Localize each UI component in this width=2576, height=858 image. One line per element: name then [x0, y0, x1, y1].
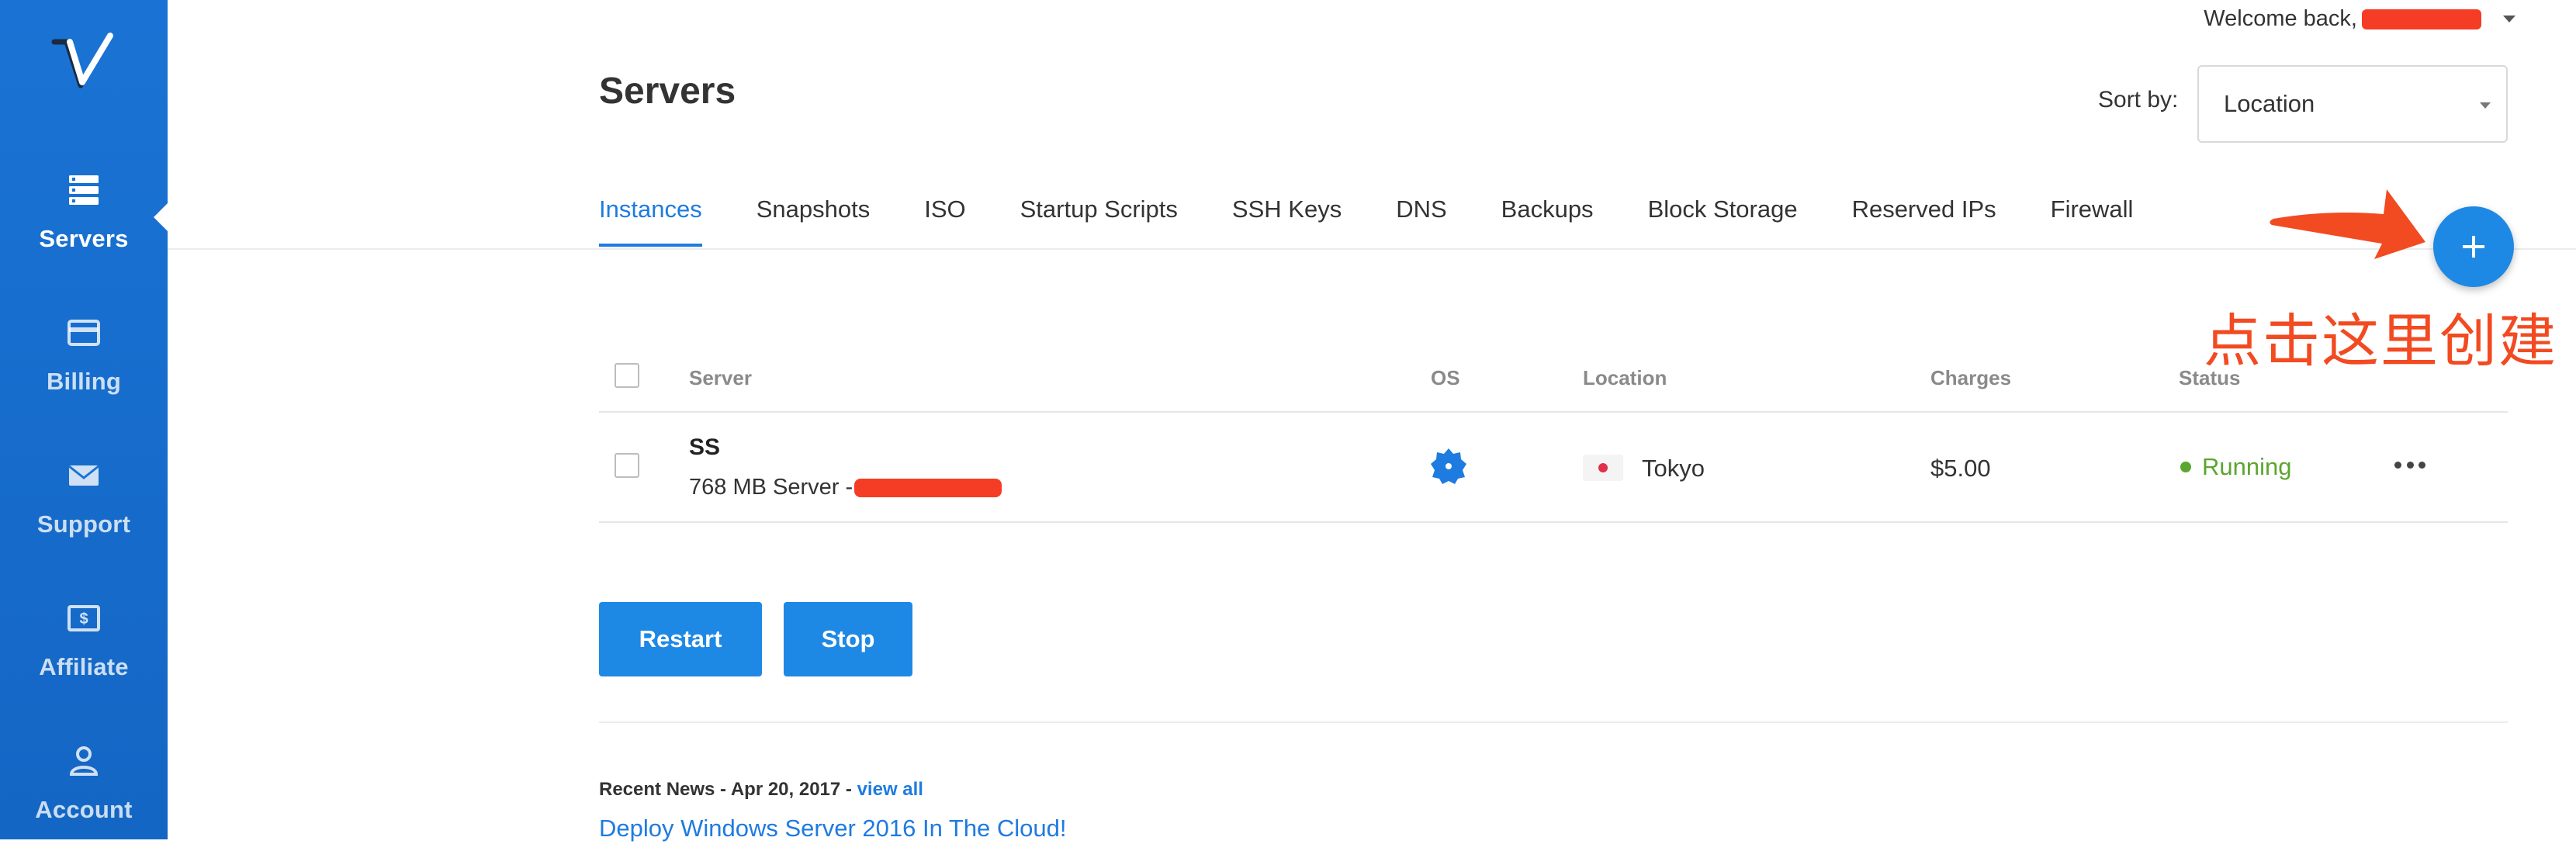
chevron-down-icon [2503, 16, 2515, 22]
column-header-server: Server [689, 366, 752, 389]
view-all-link[interactable]: view all [857, 779, 923, 800]
redacted-ip [854, 478, 1002, 497]
table-row-divider [599, 521, 2508, 523]
sidebar-item-affiliate[interactable]: $ Affiliate [0, 599, 168, 715]
sidebar-item-billing[interactable]: Billing [0, 313, 168, 430]
server-location: Tokyo [1642, 455, 1705, 482]
vultr-logo-icon[interactable] [50, 31, 116, 95]
active-nav-pointer [154, 202, 169, 233]
tab-backups[interactable]: Backups [1501, 195, 1594, 247]
redacted-username [2362, 9, 2481, 29]
sidebar-item-support[interactable]: Support [0, 456, 168, 573]
add-server-button[interactable] [2433, 206, 2514, 287]
tab-ssh-keys[interactable]: SSH Keys [1232, 195, 1342, 247]
sidebar-item-servers[interactable]: Servers [0, 171, 168, 287]
tab-bar: Instances Snapshots ISO Startup Scripts … [599, 195, 2187, 248]
svg-text:$: $ [79, 611, 88, 628]
tab-instances[interactable]: Instances [599, 195, 702, 247]
user-icon [69, 746, 99, 776]
server-charges: $5.00 [1930, 455, 1991, 482]
row-checkbox[interactable] [615, 453, 639, 478]
server-stack-icon [69, 175, 99, 205]
table-header-divider [599, 411, 2508, 413]
server-name[interactable]: SS [689, 434, 720, 461]
section-divider [599, 721, 2508, 723]
stop-button[interactable]: Stop [784, 602, 912, 676]
sidebar-item-label: Support [36, 510, 131, 538]
server-plan: 768 MB Server - [689, 475, 853, 500]
tab-iso[interactable]: ISO [924, 195, 965, 247]
dollar-bill-icon: $ [68, 605, 100, 631]
status-text: Running [2202, 453, 2292, 480]
page-title: Servers [599, 71, 736, 112]
column-header-status: Status [2179, 366, 2241, 389]
tab-firewall[interactable]: Firewall [2051, 195, 2134, 247]
sidebar-item-label: Servers [39, 225, 129, 252]
column-header-location: Location [1583, 366, 1667, 389]
envelope-icon [68, 465, 99, 486]
annotation-text: 点击这里创建 [2204, 308, 2557, 375]
select-all-checkbox[interactable] [615, 363, 639, 388]
os-badge-icon [1431, 448, 1466, 484]
news-prefix: Recent News - Apr 20, 2017 - [599, 779, 857, 800]
tabs-divider [168, 248, 2576, 250]
tab-reserved-ips[interactable]: Reserved IPs [1852, 195, 1996, 247]
sidebar-item-account[interactable]: Account [0, 742, 168, 858]
plus-icon [2463, 236, 2484, 258]
tab-startup-scripts[interactable]: Startup Scripts [1020, 195, 1178, 247]
server-description: 768 MB Server - [689, 475, 1002, 500]
sidebar-item-label: Affiliate [39, 653, 129, 680]
column-header-os: OS [1431, 366, 1460, 389]
status-dot-icon [2180, 462, 2191, 472]
credit-card-icon [68, 320, 100, 346]
sidebar-item-label: Billing [46, 368, 122, 395]
status-badge: Running [2180, 453, 2291, 481]
sort-select[interactable]: Location [2197, 65, 2508, 143]
welcome-text: Welcome back, [2204, 6, 2357, 31]
tab-block-storage[interactable]: Block Storage [1648, 195, 1798, 247]
red-arrow-icon [2270, 189, 2425, 259]
tab-dns[interactable]: DNS [1396, 195, 1446, 247]
japan-flag-icon [1583, 455, 1623, 481]
sort-label: Sort by: [2098, 87, 2179, 112]
user-menu[interactable]: Welcome back, [2204, 6, 2515, 32]
sidebar-item-label: Account [35, 796, 133, 823]
recent-news: Recent News - Apr 20, 2017 - view all [599, 779, 923, 801]
tab-snapshots[interactable]: Snapshots [757, 195, 871, 247]
sidebar: Servers Billing Support $ Affiliate Acco… [0, 0, 168, 839]
more-dots-icon[interactable] [2394, 453, 2425, 476]
chevron-down-icon [2480, 102, 2491, 109]
restart-button[interactable]: Restart [599, 602, 762, 676]
column-header-charges: Charges [1930, 366, 2012, 389]
news-headline-link[interactable]: Deploy Windows Server 2016 In The Cloud! [599, 815, 1067, 842]
sort-select-value: Location [2224, 90, 2315, 117]
